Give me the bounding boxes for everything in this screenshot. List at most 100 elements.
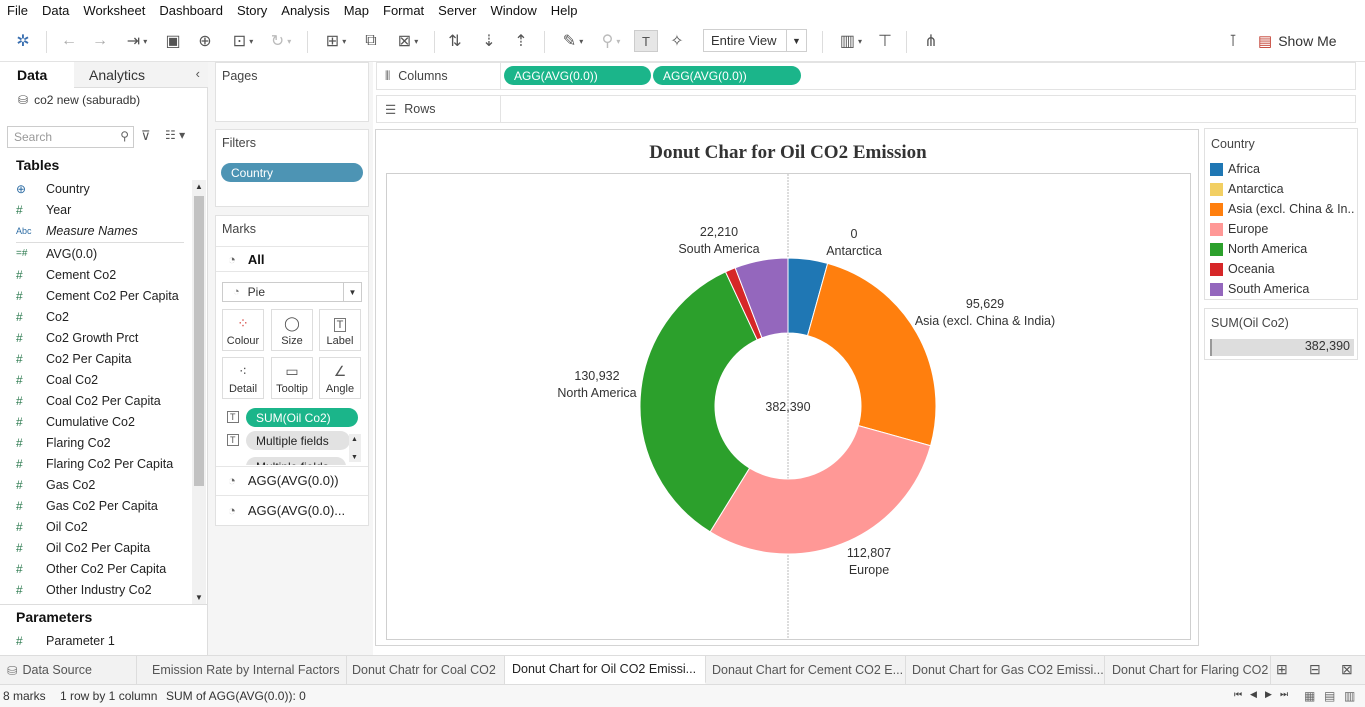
new-story-icon[interactable]: ⊠ xyxy=(1341,661,1353,678)
datasource-item[interactable]: ⛁ co2 new (saburadb) xyxy=(18,93,140,107)
menu-data[interactable]: Data xyxy=(35,0,76,22)
donut-slice-asia-excl-china-india[interactable] xyxy=(806,262,937,447)
fix-axes-icon[interactable]: ✧ xyxy=(666,30,688,52)
field-measure[interactable]: # Flaring Co2 Per Capita xyxy=(16,453,173,474)
redo-icon[interactable]: → xyxy=(89,30,111,52)
tab-data-source[interactable]: ⛁ Data Source xyxy=(0,656,137,684)
new-datasource-icon[interactable]: ⊕ xyxy=(194,30,216,52)
collapse-icon[interactable]: ‹ xyxy=(196,66,200,81)
pages-card[interactable]: Pages xyxy=(215,62,369,122)
filters-card[interactable]: Filters Country xyxy=(215,129,369,207)
plot-area[interactable]: 382,390 0 Antarctica 95,629 Asia (excl. Chi… xyxy=(386,173,1191,640)
menu-story[interactable]: Story xyxy=(230,0,274,22)
tab-cement-donut[interactable]: Donaut Chart for Cement CO2 E... xyxy=(705,656,906,684)
menu-map[interactable]: Map xyxy=(337,0,376,22)
replay-icon[interactable]: ⇥ ▾ xyxy=(120,30,154,52)
field-measure[interactable]: # Co2 xyxy=(16,306,69,327)
legend-item[interactable]: Asia (excl. China & In... xyxy=(1210,200,1354,218)
scrollbar[interactable]: ▲ ▼ xyxy=(192,180,206,604)
show-me-button[interactable]: ▤ Show Me xyxy=(1258,30,1337,52)
field-measure[interactable]: # Cement Co2 xyxy=(16,264,116,285)
field-country[interactable]: ⊕ Country xyxy=(16,178,90,199)
new-worksheet-icon[interactable]: ⊞ xyxy=(1276,661,1288,678)
tab-gas-donut[interactable]: Donut Chart for Gas CO2 Emissi... xyxy=(905,656,1105,684)
tabs-view-icon[interactable]: ▥ xyxy=(1344,689,1355,703)
tab-oil-donut[interactable]: Donut Chart for Oil CO2 Emissi... xyxy=(505,656,706,684)
save-icon[interactable]: ▣ xyxy=(162,30,184,52)
field-measure-names[interactable]: Abc Measure Names xyxy=(16,220,138,241)
show-labels-icon[interactable]: T xyxy=(634,30,658,52)
new-worksheet-icon[interactable]: ⊞ ▾ xyxy=(318,30,354,52)
pause-icon[interactable]: ⊡ ▾ xyxy=(225,30,261,52)
field-measure[interactable]: # Co2 Growth Prct xyxy=(16,327,138,348)
scroll-thumb[interactable] xyxy=(194,196,204,486)
view-options-icon[interactable]: ☷ ▾ xyxy=(165,128,185,142)
marks-pill-sum-oil[interactable]: SUM(Oil Co2) xyxy=(246,408,358,427)
tableau-logo-icon[interactable]: ✲ xyxy=(12,30,34,52)
agg-card-1[interactable]: ◔ AGG(AVG(0.0)) xyxy=(216,466,368,494)
column-pill-2[interactable]: AGG(AVG(0.0)) xyxy=(653,66,801,85)
field-measure[interactable]: # Coal Co2 Per Capita xyxy=(16,390,161,411)
size-button[interactable]: ◯ Size xyxy=(271,309,313,351)
mark-type-select[interactable]: ◔ Pie ▼ xyxy=(222,282,362,302)
search-input[interactable]: Search ⚲ xyxy=(7,126,134,148)
refresh-icon[interactable]: ↻ ▾ xyxy=(263,30,299,52)
field-measure[interactable]: # Co2 Per Capita xyxy=(16,348,131,369)
sort-asc-icon[interactable]: ⇣ xyxy=(478,30,500,52)
first-sheet-icon[interactable]: ⏮ xyxy=(1234,689,1242,700)
menu-help[interactable]: Help xyxy=(544,0,585,22)
sort-desc-icon[interactable]: ⇡ xyxy=(510,30,532,52)
tab-emission-rate[interactable]: Emission Rate by Internal Factors xyxy=(145,656,347,684)
marks-all-tab[interactable]: ◔ All xyxy=(216,246,368,272)
legend-item[interactable]: North America xyxy=(1210,240,1354,258)
clear-icon[interactable]: ⊠ ▾ xyxy=(390,30,426,52)
colour-button[interactable]: ⁘ Colour xyxy=(222,309,264,351)
menu-analysis[interactable]: Analysis xyxy=(274,0,336,22)
highlight-icon[interactable]: ✎ ▾ xyxy=(556,30,590,52)
prev-sheet-icon[interactable]: ◀ xyxy=(1250,689,1257,700)
menu-dashboard[interactable]: Dashboard xyxy=(152,0,230,22)
field-measure[interactable]: # Gas Co2 Per Capita xyxy=(16,495,158,516)
next-sheet-icon[interactable]: ▶ xyxy=(1265,689,1272,700)
legend-item[interactable]: Africa xyxy=(1210,160,1354,178)
presentation-icon[interactable]: ⊤ xyxy=(874,30,896,52)
field-measure[interactable]: # Cement Co2 Per Capita xyxy=(16,285,179,306)
field-measure[interactable]: # Cumulative Co2 xyxy=(16,411,135,432)
legend-item[interactable]: Oceania xyxy=(1210,260,1354,278)
column-pill-1[interactable]: AGG(AVG(0.0)) xyxy=(504,66,651,85)
field-measure[interactable]: =# AVG(0.0) xyxy=(16,243,97,264)
legend-item[interactable]: Europe xyxy=(1210,220,1354,238)
menu-format[interactable]: Format xyxy=(376,0,431,22)
agg-card-2[interactable]: ◔ AGG(AVG(0.0)... xyxy=(216,495,368,525)
menu-file[interactable]: File xyxy=(0,0,35,22)
field-measure[interactable]: # Oil Co2 Per Capita xyxy=(16,537,150,558)
angle-button[interactable]: ∠ Angle xyxy=(319,357,361,399)
scroll-up-icon[interactable]: ▲ xyxy=(195,182,203,191)
filmstrip-icon[interactable]: ▤ xyxy=(1324,689,1335,703)
undo-icon[interactable]: ← xyxy=(58,30,80,52)
sheet-sorter-icon[interactable]: ▦ xyxy=(1304,689,1315,703)
field-measure[interactable]: # Flaring Co2 xyxy=(16,432,111,453)
detail-button[interactable]: ⁖ Detail xyxy=(222,357,264,399)
show-cards-icon[interactable]: ▥ ▾ xyxy=(834,30,868,52)
donut-slice-europe[interactable] xyxy=(709,424,932,555)
share-icon[interactable]: ⋔ xyxy=(920,30,942,52)
menu-worksheet[interactable]: Worksheet xyxy=(76,0,152,22)
tab-flaring-donut[interactable]: Donut Chart for Flaring CO2 xyxy=(1105,656,1271,684)
field-measure[interactable]: # Other Co2 Per Capita xyxy=(16,558,166,579)
label-button[interactable]: T Label xyxy=(319,309,361,351)
parameter-item[interactable]: # Parameter 1 xyxy=(16,630,115,651)
donut-chart[interactable]: 382,390 0 Antarctica 95,629 Asia (excl. Chi… xyxy=(387,174,1190,639)
tab-data[interactable]: Data xyxy=(0,62,74,88)
tab-coal-donut[interactable]: Donut Chatr for Coal CO2 xyxy=(345,656,505,684)
rows-shelf[interactable]: ☰ Rows xyxy=(376,95,1356,123)
columns-shelf[interactable]: ⫴ Columns AGG(AVG(0.0)) AGG(AVG(0.0)) xyxy=(376,62,1356,90)
filter-pill-country[interactable]: Country xyxy=(221,163,363,182)
last-sheet-icon[interactable]: ⏭ xyxy=(1280,689,1288,700)
fit-select[interactable]: Entire View ▼ xyxy=(703,29,807,52)
field-measure[interactable]: # Coal Co2 xyxy=(16,369,98,390)
legend-item[interactable]: Antarctica xyxy=(1210,180,1354,198)
menu-window[interactable]: Window xyxy=(483,0,543,22)
marks-pill-multiple[interactable]: Multiple fields xyxy=(246,431,350,450)
paint-brush-icon[interactable]: ⊺ xyxy=(1222,30,1244,52)
